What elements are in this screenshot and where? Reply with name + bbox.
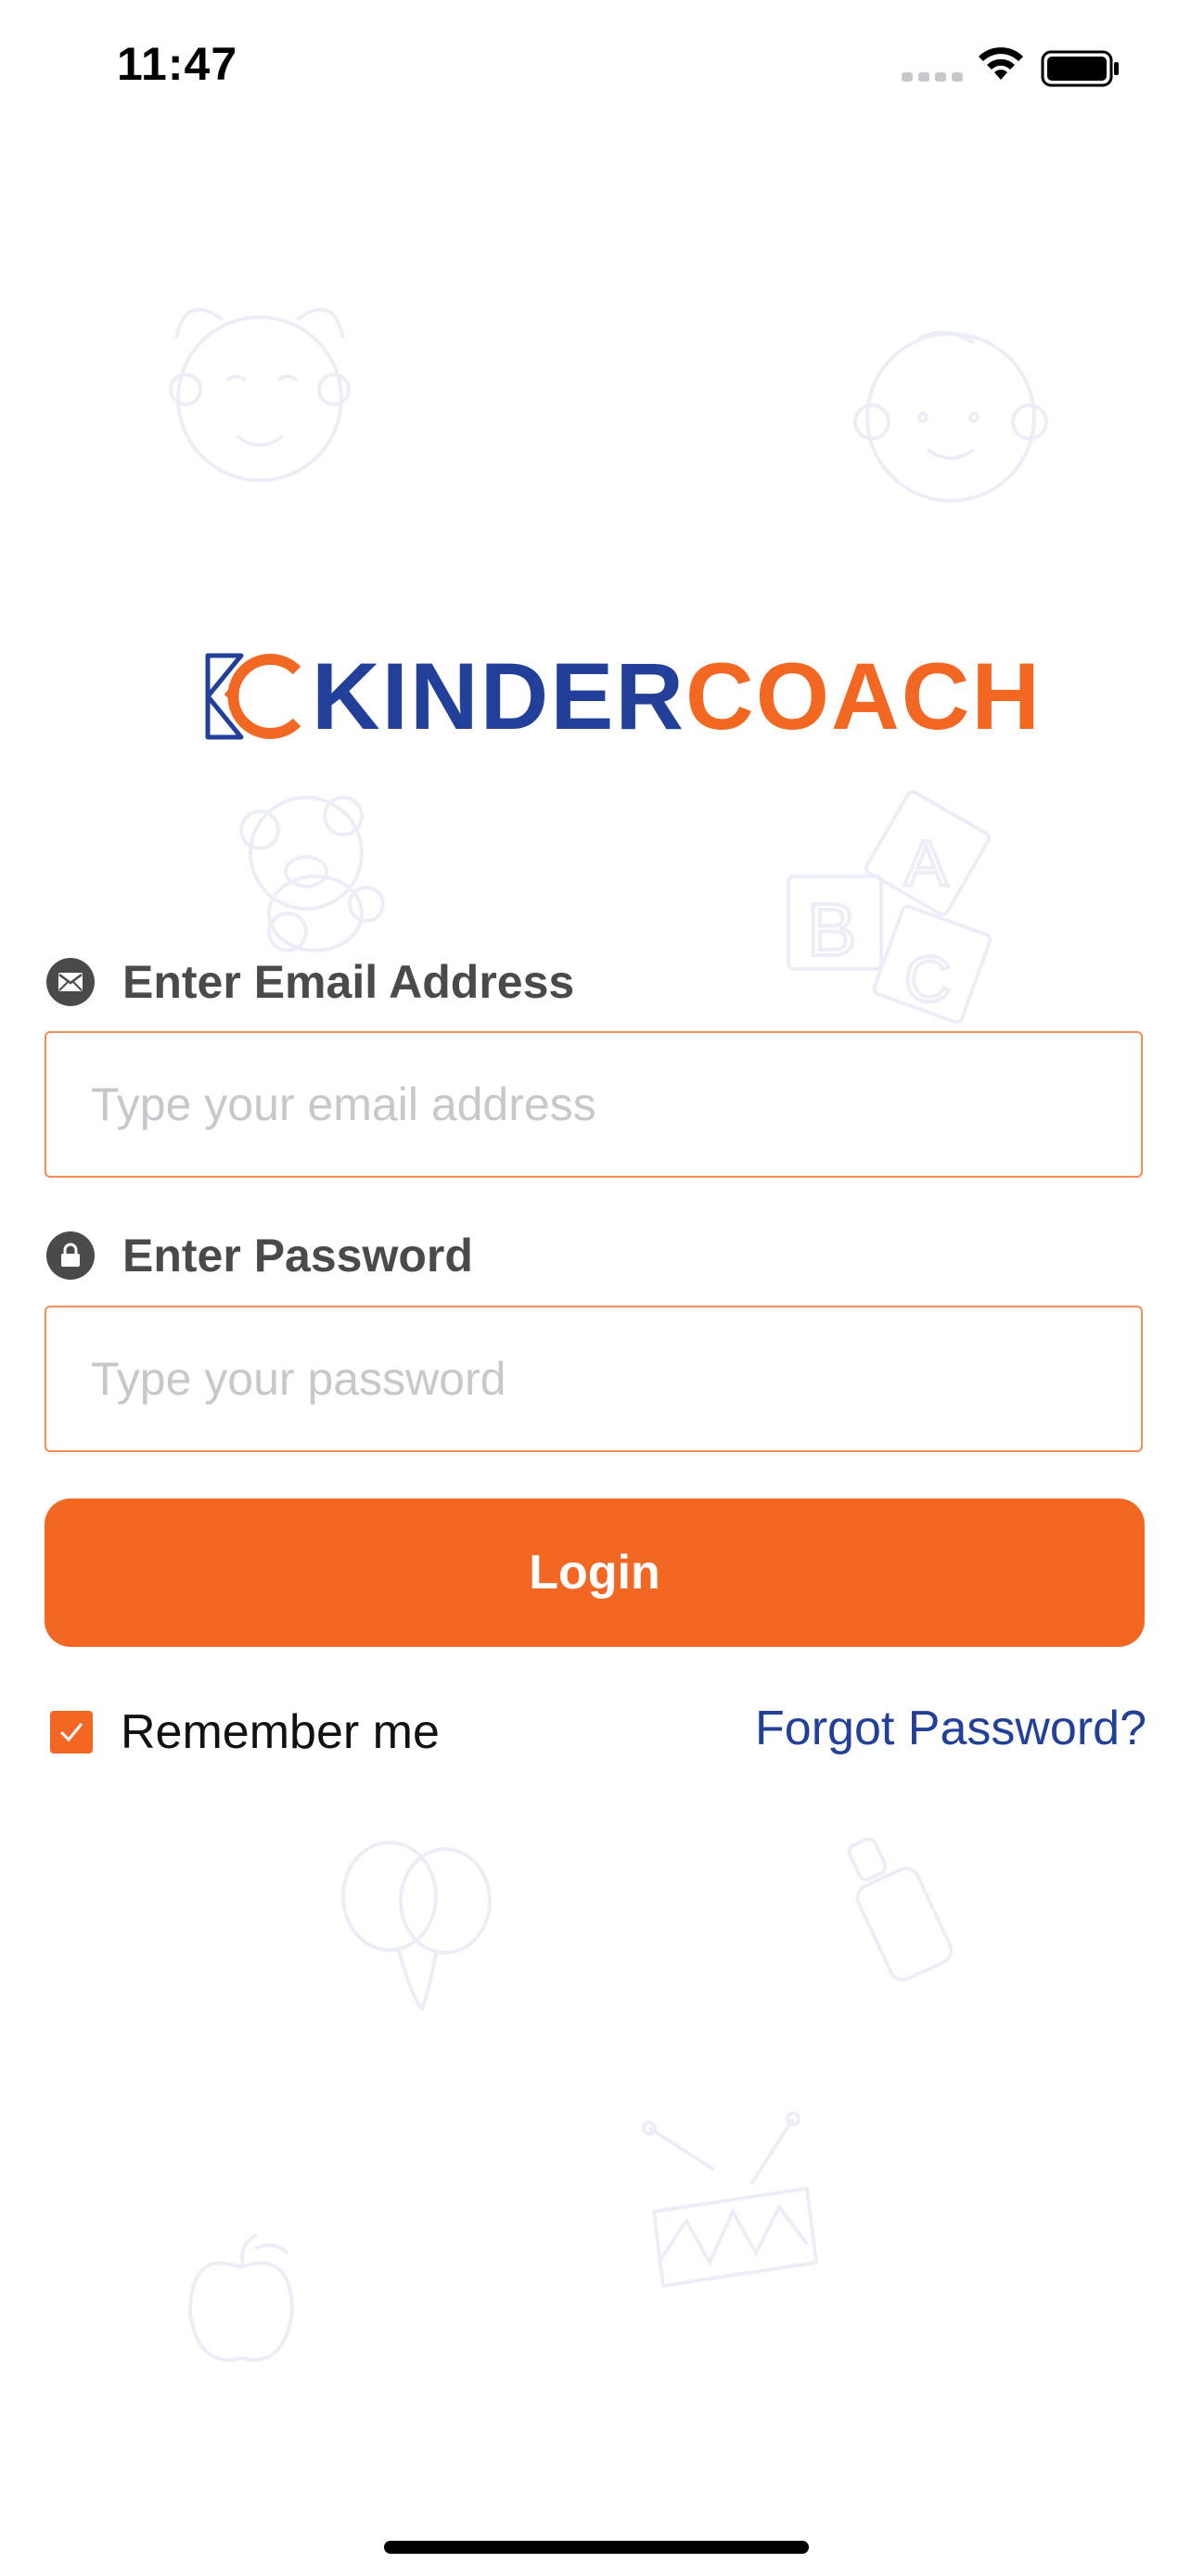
password-label: Enter Password: [46, 1229, 473, 1282]
home-indicator[interactable]: [384, 2541, 809, 2554]
baby-girl-face-icon: [169, 307, 351, 482]
email-label-text: Enter Email Address: [122, 956, 575, 1008]
logo-text-coach: COACH: [685, 644, 1043, 749]
kc-logo-mark-icon: [205, 653, 301, 740]
remember-me-checkbox[interactable]: [50, 1711, 93, 1753]
lock-icon: [46, 1231, 95, 1280]
svg-text:C: C: [904, 943, 952, 1015]
email-label: Enter Email Address: [46, 955, 574, 1009]
password-field[interactable]: [45, 1306, 1143, 1452]
baby-face-icon: [853, 330, 1048, 503]
forgot-password-link[interactable]: Forgot Password?: [755, 1701, 1146, 1756]
svg-text:B: B: [807, 888, 856, 971]
envelope-icon: [46, 958, 95, 1006]
kindercoach-logo: KINDERCOACH: [204, 649, 1042, 744]
login-button[interactable]: Login: [45, 1498, 1145, 1647]
svg-text:A: A: [904, 827, 948, 899]
remember-me-label: Remember me: [121, 1705, 440, 1759]
password-input[interactable]: [46, 1352, 1141, 1406]
teddy-bear-icon: [239, 796, 385, 952]
checkmark-icon: [59, 1723, 83, 1742]
baby-bottle-icon: [847, 1837, 954, 1983]
apple-icon: [187, 2233, 295, 2362]
password-label-text: Enter Password: [122, 1230, 473, 1282]
email-input[interactable]: [46, 1078, 1141, 1131]
logo-text-kinder: KINDER: [312, 644, 686, 749]
abc-blocks-icon: B A C: [787, 789, 992, 1025]
background-decorations: B A C: [169, 307, 1048, 2362]
balloons-icon: [341, 1841, 492, 2012]
drum-icon: [642, 2111, 819, 2289]
remember-me[interactable]: Remember me: [50, 1704, 440, 1760]
email-field[interactable]: [45, 1031, 1143, 1178]
